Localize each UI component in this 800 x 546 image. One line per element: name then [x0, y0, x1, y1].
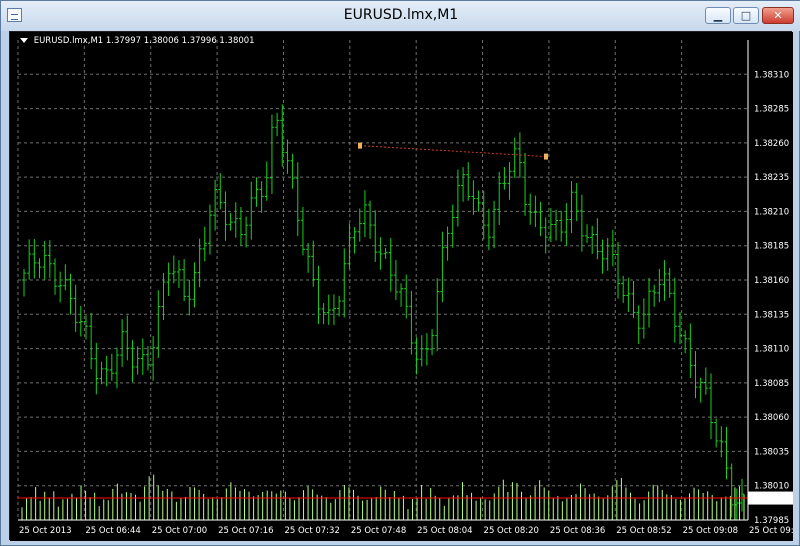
- close-button[interactable]: ✕: [762, 7, 794, 24]
- title-bar[interactable]: EURUSD.lmx,M1 ▁ □ ✕: [1, 1, 800, 31]
- y-axis-tick-label: 1.38285: [754, 105, 789, 115]
- y-axis-tick-label: 1.38135: [754, 310, 789, 320]
- y-axis-tick-label: 1.38110: [754, 345, 789, 355]
- x-axis-tick-label: 25 Oct 09:24: [749, 526, 793, 536]
- y-axis-tick-label: 1.38310: [754, 70, 789, 80]
- x-axis-tick-label: 25 Oct 07:16: [218, 526, 273, 536]
- x-axis-tick-label: 25 Oct 08:36: [550, 526, 605, 536]
- chart-menu-triangle-icon: [20, 38, 28, 43]
- maximize-button[interactable]: □: [733, 7, 759, 24]
- y-axis-tick-label: 1.38060: [754, 413, 789, 423]
- trendline-start-handle: [358, 142, 362, 149]
- x-axis-tick-label: 25 Oct 06:44: [85, 526, 140, 536]
- y-axis-tick-label: 1.38185: [754, 242, 789, 252]
- price-chart[interactable]: 1.38001 1.38310 1.38285 1.38260 1.38235 1.382…: [10, 32, 793, 541]
- chart-area[interactable]: 1.38001 1.38310 1.38285 1.38260 1.38235 1.382…: [9, 31, 793, 541]
- x-axis-tick-label: 25 Oct 07:00: [152, 526, 207, 536]
- x-axis-tick-label: 25 Oct 07:32: [284, 526, 339, 536]
- y-axis-tick-label: 1.38035: [754, 447, 789, 457]
- minimize-icon: ▁: [713, 9, 723, 22]
- chart-symbol-header: EURUSD.lmx,M1 1.37997 1.38006 1.37996 1.…: [20, 36, 255, 46]
- y-axis-tick-label: 1.37985: [754, 516, 789, 526]
- y-axis-tick-label: 1.38160: [754, 276, 789, 286]
- y-axis-tick-label: 1.38210: [754, 207, 789, 217]
- minimize-button[interactable]: ▁: [705, 7, 731, 24]
- close-icon: ✕: [773, 9, 783, 22]
- x-axis-tick-label: 25 Oct 2013: [19, 526, 72, 536]
- x-axis-tick-label: 25 Oct 08:20: [484, 526, 539, 536]
- window-title: EURUSD.lmx,M1: [343, 7, 459, 23]
- x-axis-tick-label: 25 Oct 09:08: [683, 526, 738, 536]
- app-window: EURUSD.lmx,M1 ▁ □ ✕ 1.38001 1.38310 1.3828…: [0, 0, 800, 546]
- x-axis-tick-label: 25 Oct 08:52: [616, 526, 671, 536]
- maximize-icon: □: [740, 9, 752, 22]
- current-price-label: 1.38001: [752, 494, 787, 504]
- y-axis-tick-label: 1.38260: [754, 139, 789, 149]
- y-axis-tick-label: 1.38235: [754, 173, 789, 183]
- trendline-end-handle: [544, 153, 548, 160]
- x-axis-tick-label: 25 Oct 07:48: [351, 526, 406, 536]
- symbol-ohlc-text: EURUSD.lmx,M1 1.37997 1.38006 1.37996 1.…: [33, 36, 255, 46]
- y-axis-tick-label: 1.38085: [754, 379, 789, 389]
- y-axis-tick-label: 1.38010: [754, 482, 789, 492]
- x-axis-tick-label: 25 Oct 08:04: [417, 526, 472, 536]
